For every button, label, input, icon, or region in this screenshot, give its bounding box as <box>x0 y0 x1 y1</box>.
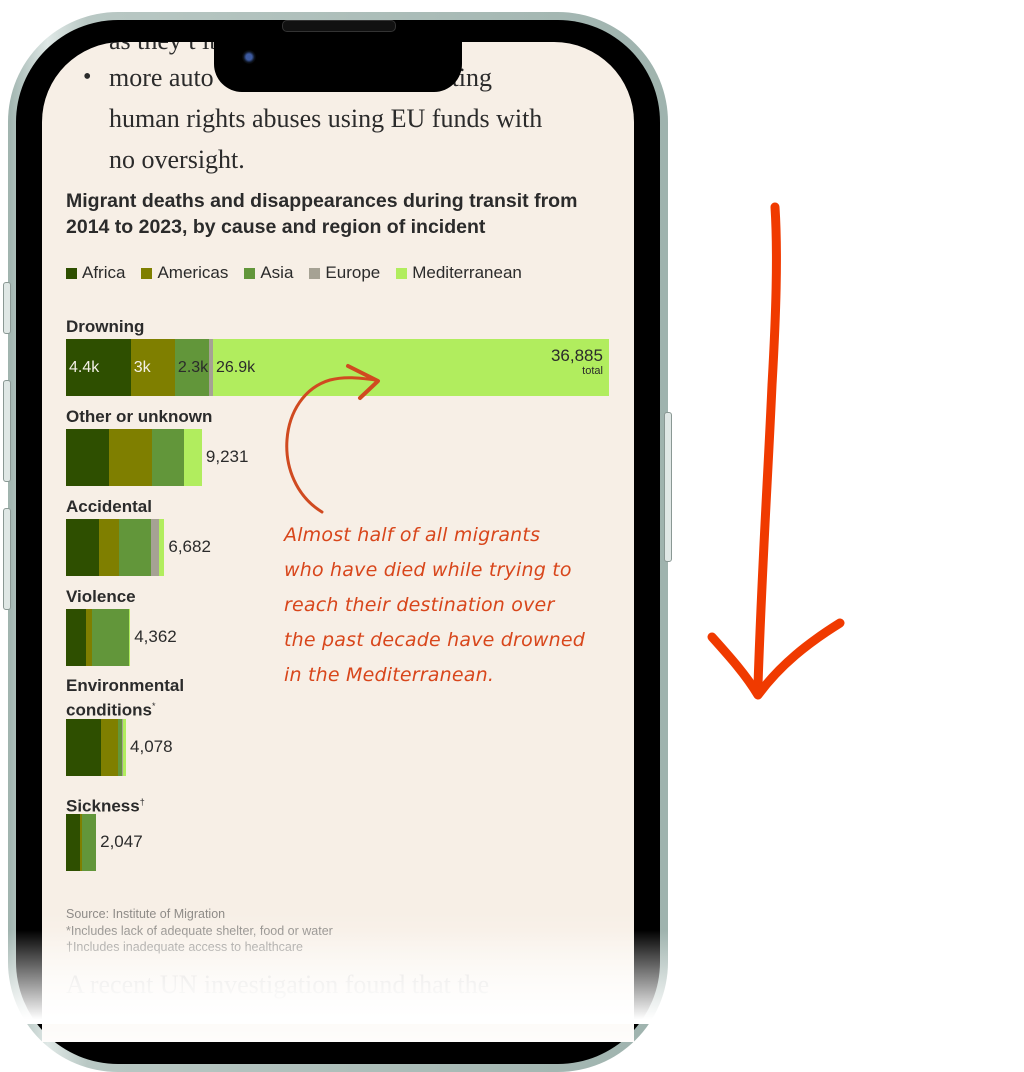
front-camera-icon <box>242 50 256 64</box>
curved-arrow-head <box>346 364 380 400</box>
phone-speaker <box>282 20 396 32</box>
page-bottom-fade <box>0 930 700 1024</box>
curved-annotation-arrow-icon <box>285 364 380 514</box>
